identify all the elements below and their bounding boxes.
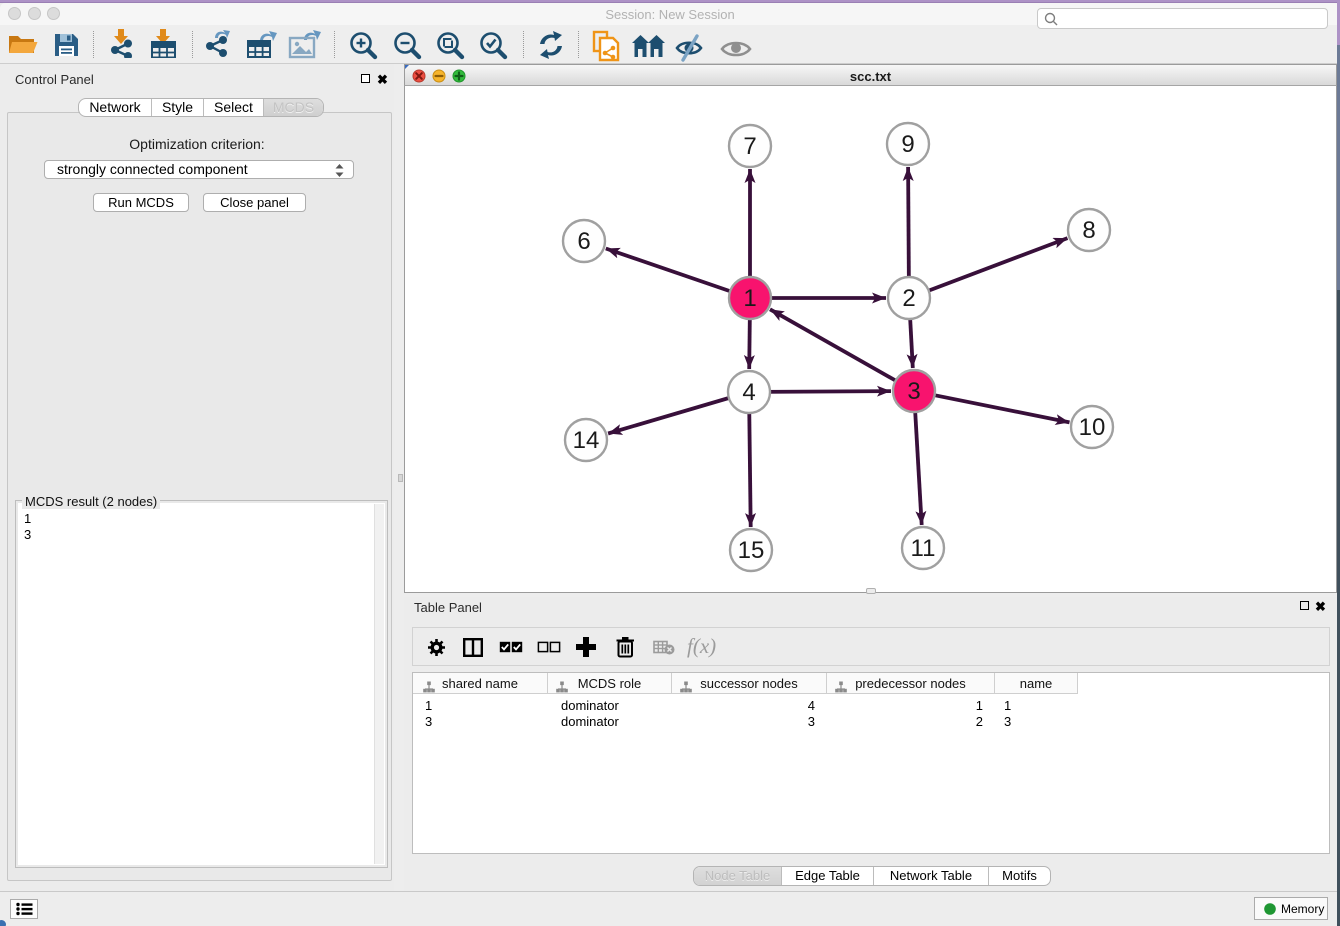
svg-text:6: 6 [577, 228, 590, 255]
svg-text:7: 7 [743, 133, 756, 160]
svg-text:10: 10 [1079, 414, 1106, 441]
svg-text:4: 4 [742, 379, 755, 406]
svg-text:14: 14 [573, 427, 600, 454]
svg-text:2: 2 [902, 285, 915, 312]
svg-text:15: 15 [738, 537, 765, 564]
svg-text:9: 9 [901, 131, 914, 158]
svg-text:11: 11 [911, 535, 936, 562]
svg-text:1: 1 [743, 285, 756, 312]
svg-text:8: 8 [1082, 217, 1095, 244]
svg-text:3: 3 [907, 378, 920, 405]
